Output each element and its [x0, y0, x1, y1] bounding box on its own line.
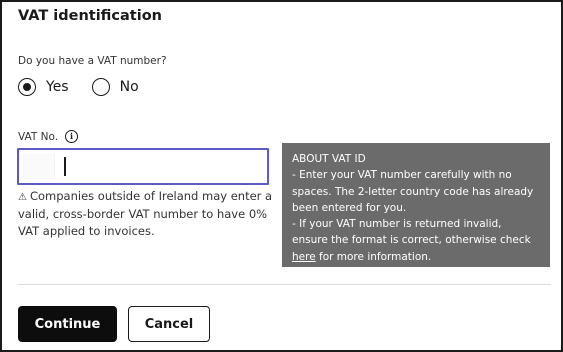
cancel-button[interactable]: Cancel	[128, 306, 210, 342]
about-line-2-prefix: - If your VAT number is returned invalid…	[292, 218, 531, 247]
radio-no-label: No	[119, 79, 139, 95]
about-line-1: - Enter your VAT number carefully with n…	[292, 169, 534, 214]
about-line-2: - If your VAT number is returned invalid…	[292, 216, 540, 265]
vat-question-label: Do you have a VAT number?	[18, 55, 167, 67]
about-vat-box: ABOUT VAT ID - Enter your VAT number car…	[282, 143, 550, 267]
vat-number-label: VAT No.	[18, 130, 59, 143]
vat-number-field[interactable]	[17, 148, 269, 185]
vat-number-label-row: VAT No. i	[18, 130, 79, 143]
divider	[18, 284, 551, 285]
country-code-prefix	[22, 154, 55, 179]
radio-yes-label: Yes	[46, 79, 69, 95]
radio-no[interactable]: No	[91, 78, 139, 96]
warning-icon: ⚠	[18, 192, 27, 203]
continue-button[interactable]: Continue	[18, 306, 117, 342]
section-title: VAT identification	[18, 8, 162, 24]
check-here-link[interactable]: here	[292, 251, 316, 263]
radio-selected-dot	[23, 83, 31, 91]
vat-form-panel: VAT identification Do you have a VAT num…	[0, 0, 563, 352]
vat-radio-group: Yes No	[18, 78, 162, 96]
vat-number-input[interactable]	[59, 153, 259, 180]
radio-yes[interactable]: Yes	[18, 78, 69, 96]
radio-no-circle[interactable]	[91, 78, 110, 96]
about-title: ABOUT VAT ID	[292, 153, 366, 165]
info-icon[interactable]: i	[65, 130, 79, 143]
radio-yes-circle[interactable]	[18, 78, 36, 96]
about-line-2-suffix: for more information.	[315, 250, 432, 263]
vat-note-text: Companies outside of Ireland may enter a…	[18, 189, 273, 238]
vat-note: ⚠ Companies outside of Ireland may enter …	[18, 188, 276, 240]
text-caret	[64, 157, 66, 176]
